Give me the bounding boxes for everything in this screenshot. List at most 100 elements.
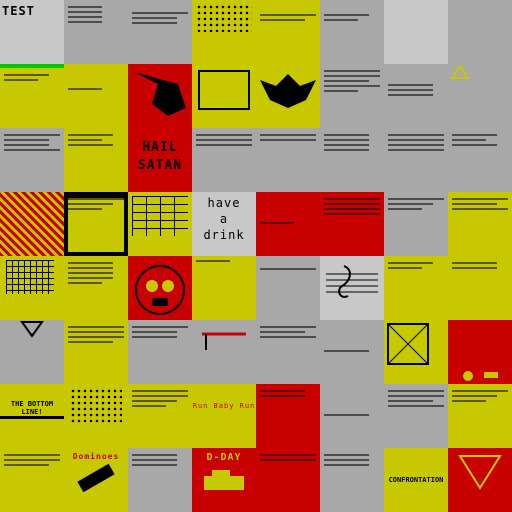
text-lines xyxy=(324,70,380,124)
tile-red-ball[interactable] xyxy=(448,320,512,384)
text-lines xyxy=(68,326,124,380)
hail-text: HAIL xyxy=(142,140,178,155)
tile-pixel-art[interactable] xyxy=(192,0,256,64)
tile-listing-23[interactable] xyxy=(448,256,512,320)
tile-listing-33[interactable] xyxy=(0,448,64,512)
tile-listing-19[interactable] xyxy=(448,192,512,256)
triangle-board-icon xyxy=(458,455,502,490)
text-lines xyxy=(388,262,444,316)
tile-listing-13[interactable] xyxy=(320,128,384,192)
text-lines xyxy=(132,12,188,60)
checker-pattern xyxy=(0,192,64,256)
tile-table[interactable] xyxy=(128,192,192,256)
tile-listing-20[interactable] xyxy=(192,256,256,320)
tile-test[interactable]: TEST xyxy=(0,0,64,64)
bridge-icon xyxy=(202,332,246,350)
text-lines xyxy=(132,390,188,444)
text-lines xyxy=(68,198,124,252)
pixel-pattern xyxy=(196,4,252,32)
tile-listing-24[interactable] xyxy=(64,320,128,384)
tile-snake[interactable] xyxy=(192,64,256,128)
text-lines xyxy=(68,134,124,188)
tile-options[interactable] xyxy=(64,256,128,320)
tile-tomato[interactable] xyxy=(128,256,192,320)
tile-listing-34[interactable] xyxy=(128,448,192,512)
tile-listing-27[interactable] xyxy=(320,320,384,384)
tile-hail-satan[interactable]: HAIL SATAN xyxy=(128,128,192,192)
game-border xyxy=(198,70,250,110)
tile-grid[interactable] xyxy=(0,256,64,320)
tile-listing-36[interactable] xyxy=(320,448,384,512)
drink-word-2: a xyxy=(219,212,229,226)
tile-listing-21[interactable] xyxy=(256,256,320,320)
tile-dominoes[interactable]: Dominoes xyxy=(64,448,128,512)
tile-blank-1[interactable] xyxy=(384,0,448,64)
tile-dot-grid[interactable] xyxy=(64,384,128,448)
tile-listing-29[interactable] xyxy=(256,384,320,448)
tile-checker[interactable] xyxy=(0,192,64,256)
tile-listing-31[interactable] xyxy=(384,384,448,448)
text-lines xyxy=(324,198,380,252)
tile-listing-10[interactable] xyxy=(64,128,128,192)
tile-listing-5[interactable] xyxy=(0,64,64,128)
funnel-icon xyxy=(20,321,44,338)
tile-listing-9[interactable] xyxy=(0,128,64,192)
maze-icon xyxy=(387,323,429,365)
tile-listing-15[interactable] xyxy=(448,128,512,192)
drink-word-1: have xyxy=(207,196,241,210)
tile-music[interactable] xyxy=(320,256,384,320)
text-lines xyxy=(260,390,316,444)
tile-listing-35[interactable] xyxy=(256,448,320,512)
tile-listing-3[interactable] xyxy=(256,0,320,64)
text-lines xyxy=(324,350,380,380)
text-lines xyxy=(260,326,316,380)
tile-listing-30[interactable] xyxy=(320,384,384,448)
text-lines xyxy=(132,326,188,380)
tile-listing-26[interactable] xyxy=(256,320,320,384)
tile-listing-16[interactable] xyxy=(256,192,320,256)
tile-confrontation[interactable]: CONFRONTATION xyxy=(384,448,448,512)
tile-listing-28[interactable] xyxy=(128,384,192,448)
text-lines xyxy=(452,390,508,444)
text-lines xyxy=(324,414,380,444)
text-lines xyxy=(388,198,444,252)
text-lines xyxy=(452,134,508,188)
tile-bottom-line[interactable]: THE BOTTOM LINE! xyxy=(0,384,64,448)
tile-triangle[interactable] xyxy=(448,64,512,128)
tile-red-art[interactable] xyxy=(128,64,192,128)
tile-funnel[interactable] xyxy=(0,320,64,384)
tile-listing-11[interactable] xyxy=(192,128,256,192)
tile-listing-6[interactable] xyxy=(64,64,128,128)
tile-listing-32[interactable] xyxy=(448,384,512,448)
tile-triangle-board[interactable] xyxy=(448,448,512,512)
tile-listing-14[interactable] xyxy=(384,128,448,192)
text-lines xyxy=(452,198,508,252)
satan-text: SATAN xyxy=(137,158,183,173)
text-lines xyxy=(388,134,444,188)
tile-menu[interactable] xyxy=(64,192,128,256)
tile-listing-1[interactable] xyxy=(64,0,128,64)
tile-listing-18[interactable] xyxy=(384,192,448,256)
tile-listing-25[interactable] xyxy=(128,320,192,384)
tile-bat[interactable] xyxy=(256,64,320,128)
tile-run-baby-run[interactable]: Run Baby Run xyxy=(192,384,256,448)
dot-grid xyxy=(70,388,122,424)
tile-have-a-drink[interactable]: have a drink xyxy=(192,192,256,256)
tile-listing-7[interactable] xyxy=(320,64,384,128)
pixel-grid xyxy=(6,260,54,294)
tile-listing-12[interactable] xyxy=(256,128,320,192)
tile-listing-2[interactable] xyxy=(128,0,192,64)
text-lines xyxy=(260,14,316,60)
text-lines xyxy=(4,74,60,124)
tile-blank-2[interactable] xyxy=(448,0,512,64)
tile-listing-22[interactable] xyxy=(384,256,448,320)
tile-listing-17[interactable] xyxy=(320,192,384,256)
tile-listing-4[interactable] xyxy=(320,0,384,64)
tile-dday[interactable]: D-DAY xyxy=(192,448,256,512)
tile-listing-8[interactable] xyxy=(384,64,448,128)
text-lines xyxy=(324,134,380,188)
tile-maze[interactable] xyxy=(384,320,448,384)
tile-bridge[interactable] xyxy=(192,320,256,384)
bottom-line-title: THE BOTTOM LINE! xyxy=(10,400,54,416)
text-lines xyxy=(196,260,252,316)
